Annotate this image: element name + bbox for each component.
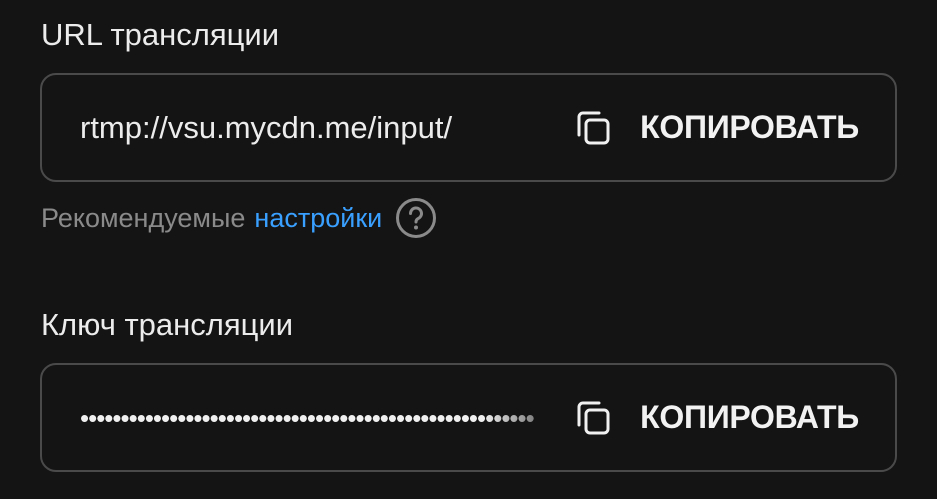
copy-key-button[interactable]: КОПИРОВАТЬ	[573, 398, 859, 438]
stream-settings-panel: URL трансляции rtmp://vsu.mycdn.me/input…	[0, 0, 937, 499]
copy-url-label: КОПИРОВАТЬ	[640, 109, 859, 145]
stream-key-masked-value[interactable]: ••••••••••••••••••••••••••••••••••••••••…	[80, 411, 560, 425]
url-field: rtmp://vsu.mycdn.me/input/ КОПИРОВАТЬ	[40, 73, 897, 182]
question-circle-icon[interactable]	[395, 197, 437, 239]
url-section-label: URL трансляции	[41, 17, 280, 52]
key-section-label: Ключ трансляции	[41, 307, 294, 342]
url-value[interactable]: rtmp://vsu.mycdn.me/input/	[80, 110, 452, 146]
stream-key-field: ••••••••••••••••••••••••••••••••••••••••…	[40, 363, 897, 472]
hint-text: Рекомендуемые	[41, 202, 246, 233]
copy-icon	[577, 401, 610, 434]
recommended-settings-hint: Рекомендуемые настройки	[41, 198, 437, 238]
copy-url-button[interactable]: КОПИРОВАТЬ	[573, 108, 859, 148]
settings-link[interactable]: настройки	[254, 203, 382, 234]
copy-icon	[577, 111, 610, 144]
copy-key-label: КОПИРОВАТЬ	[640, 399, 859, 435]
